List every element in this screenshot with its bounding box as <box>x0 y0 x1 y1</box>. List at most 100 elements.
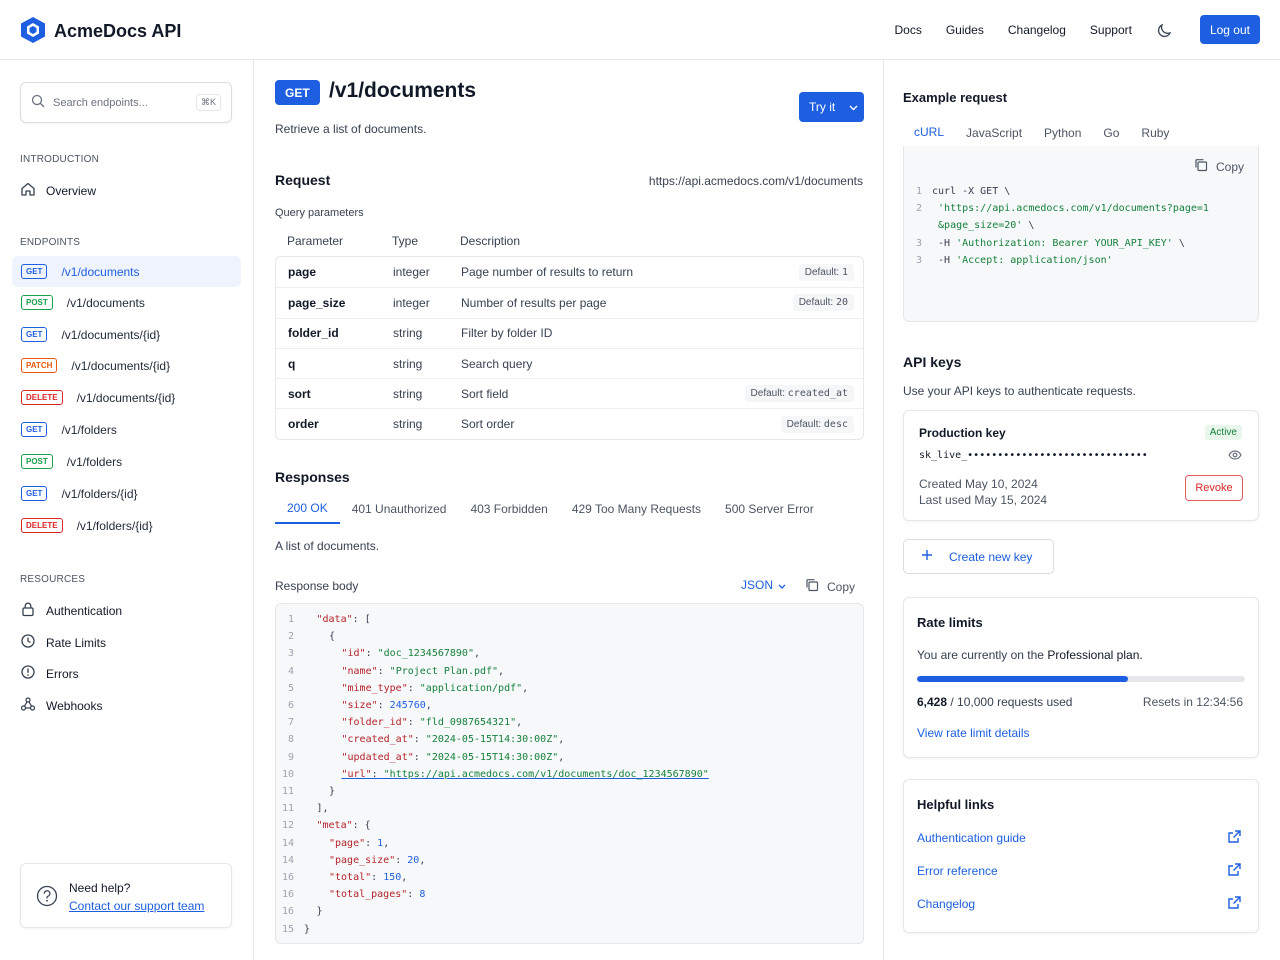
logout-button[interactable]: Log out <box>1199 15 1260 44</box>
sidebar-item-authentication[interactable]: Authentication <box>20 601 122 620</box>
tab-javascript[interactable]: JavaScript <box>955 118 1033 148</box>
code-line: 3 "id": "doc_1234567890", <box>276 645 480 662</box>
tab-403-forbidden[interactable]: 403 Forbidden <box>458 494 559 524</box>
code-token: "name" <box>341 665 378 677</box>
sidebar-endpoint-delete-document[interactable]: DELETE /v1/documents/{id} <box>12 382 241 413</box>
right-panel: Example request cURL JavaScript Python G… <box>884 60 1280 960</box>
code-content: -H 'Authorization: Bearer YOUR_API_KEY' … <box>932 238 1185 249</box>
main-content: GET /v1/documents Try it Retrieve a list… <box>254 60 884 960</box>
code-content: curl -X GET \ <box>932 186 1010 197</box>
code-content: ], <box>304 803 329 814</box>
sidebar-endpoint-delete-folder[interactable]: DELETE /v1/folders/{id} <box>12 510 241 541</box>
link-changelog[interactable]: Changelog <box>917 895 1242 913</box>
params-table: Parameter Type Description page integer Pa… <box>275 226 864 440</box>
key-value: sk_live_•••••••••••••••••••••••••••••• <box>919 450 1148 461</box>
tab-python[interactable]: Python <box>1033 118 1092 148</box>
tab-200-ok[interactable]: 200 OK <box>275 494 340 524</box>
line-number: 14 <box>281 854 294 866</box>
nav-changelog[interactable]: Changelog <box>1008 23 1066 37</box>
sidebar-endpoint-post-folders[interactable]: POST /v1/folders <box>12 446 241 477</box>
line-number: 1 <box>915 186 922 197</box>
code-line: 12 "meta": { <box>276 817 371 834</box>
brand-title: AcmeDocs API <box>54 21 182 41</box>
tab-ruby[interactable]: Ruby <box>1130 118 1180 148</box>
format-select[interactable]: JSON <box>741 578 786 592</box>
code-content: "size": 245760, <box>304 700 432 711</box>
code-token: , <box>558 734 565 746</box>
column-header: Type <box>392 234 419 248</box>
code-token: 245760 <box>389 700 426 711</box>
example-code-block[interactable]: Copy 1 curl -X GET \ 2 'https://api.acmedo… <box>903 146 1259 322</box>
link-error-reference[interactable]: Error reference <box>917 862 1242 880</box>
tab-500-server-error[interactable]: 500 Server Error <box>713 494 826 524</box>
tab-401-unauthorized[interactable]: 401 Unauthorized <box>340 494 459 524</box>
code-token: "total" <box>329 872 372 883</box>
param-row: folder_id string Filter by folder ID <box>276 317 863 348</box>
plus-icon <box>921 549 933 564</box>
code-token: : <box>365 837 378 849</box>
response-code-block[interactable]: 1 "data": [2{3 "id": "doc_1234567890", 4 "na… <box>275 603 864 944</box>
sidebar-item-webhooks[interactable]: Webhooks <box>20 696 102 715</box>
code-token: "mime_type" <box>341 682 408 694</box>
external-link-icon <box>1227 829 1242 847</box>
eye-icon[interactable] <box>1228 449 1242 463</box>
sidebar-endpoint-get-folder[interactable]: GET /v1/folders/{id} <box>12 478 241 509</box>
contact-support-link[interactable]: Contact our support team <box>69 899 204 913</box>
sidebar-item-errors[interactable]: Errors <box>20 664 79 683</box>
code-line: 10 "url": "https://api.acmedocs.com/v1/do… <box>276 766 709 783</box>
tab-go[interactable]: Go <box>1092 118 1130 148</box>
moon-icon[interactable] <box>1156 21 1174 39</box>
params-table-header: Parameter Type Description <box>275 226 864 256</box>
sidebar-endpoint-patch-document[interactable]: PATCH /v1/documents/{id} <box>12 350 241 381</box>
rate-reset: Resets in 12:34:56 <box>1142 695 1243 709</box>
tab-429-too-many-requests[interactable]: 429 Too Many Requests <box>560 494 713 524</box>
code-token: 'Authorization: Bearer YOUR_API_KEY' <box>956 237 1173 249</box>
sidebar-endpoint-get-folders[interactable]: GET /v1/folders <box>12 414 241 445</box>
key-name: Production key <box>919 426 1006 440</box>
sidebar-item-label: Webhooks <box>46 698 103 713</box>
sidebar-endpoint-get-document[interactable]: GET /v1/documents/{id} <box>12 319 241 350</box>
nav-guides[interactable]: Guides <box>946 23 984 37</box>
code-line: 5 "mime_type": "application/pdf", <box>276 680 528 697</box>
param-type: string <box>393 386 423 401</box>
method-badge: POST <box>21 295 53 310</box>
code-token: "page_size" <box>329 854 396 866</box>
line-number: 12 <box>281 820 294 832</box>
try-it-button[interactable]: Try it <box>799 92 864 122</box>
nav-docs[interactable]: Docs <box>894 23 921 37</box>
param-description: Filter by folder ID <box>461 326 553 341</box>
code-line: 16} <box>276 903 323 920</box>
default-value: 20 <box>835 297 848 309</box>
code-content: "name": "Project Plan.pdf", <box>304 665 505 677</box>
revoke-button[interactable]: Revoke <box>1185 475 1243 501</box>
code-token: : <box>407 889 420 901</box>
sidebar-endpoint-get-documents[interactable]: GET /v1/documents <box>12 256 241 287</box>
code-token: } <box>316 906 323 918</box>
view-rate-limit-details-link[interactable]: View rate limit details <box>917 726 1030 740</box>
line-number: 9 <box>287 751 294 763</box>
help-title: Need help? <box>69 881 131 895</box>
alert-circle-icon <box>20 664 36 683</box>
code-token: } <box>304 923 311 935</box>
copy-icon <box>805 578 819 595</box>
sidebar-endpoint-post-documents[interactable]: POST /v1/documents <box>12 287 241 318</box>
code-content: } <box>304 906 323 917</box>
request-heading: Request <box>275 172 331 188</box>
code-token: "meta" <box>316 820 353 832</box>
search-input[interactable]: Search endpoints... ⌘K <box>20 82 232 123</box>
brand[interactable]: AcmeDocs API <box>20 16 181 47</box>
create-new-key-button[interactable]: Create new key <box>903 539 1054 574</box>
code-line: 2{ <box>276 628 335 645</box>
sidebar-item-rate-limits[interactable]: Rate Limits <box>20 633 106 652</box>
endpoint-path: /v1/folders <box>66 454 123 469</box>
copy-response-button[interactable]: Copy <box>805 578 855 595</box>
search-shortcut: ⌘K <box>195 94 221 111</box>
tab-curl[interactable]: cURL <box>903 118 956 148</box>
sidebar-item-overview[interactable]: Overview <box>20 181 96 200</box>
code-line: 11], <box>276 800 329 817</box>
link-authentication-guide[interactable]: Authentication guide <box>917 829 1242 847</box>
copy-example-button[interactable]: Copy <box>1194 158 1244 175</box>
endpoint-path: /v1/folders/{id} <box>76 518 153 533</box>
nav-support[interactable]: Support <box>1090 23 1132 37</box>
code-line: 4 "name": "Project Plan.pdf", <box>276 663 504 680</box>
